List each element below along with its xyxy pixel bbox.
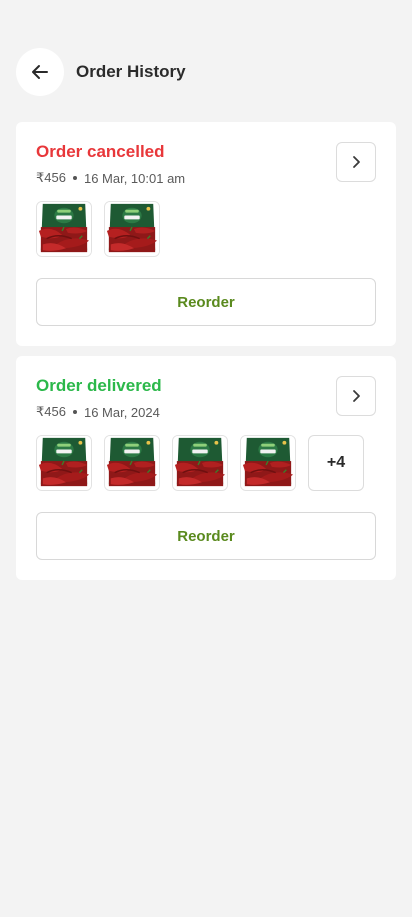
order-price: ₹456	[36, 170, 66, 185]
order-datetime: 16 Mar, 2024	[83, 404, 160, 420]
product-thumbnail[interactable]	[240, 435, 296, 491]
order-meta: ₹456 16 Mar, 10:01 am	[36, 170, 185, 186]
header: Order History	[16, 48, 396, 96]
separator-dot	[72, 410, 77, 414]
order-details-button[interactable]	[336, 376, 376, 416]
order-details-button[interactable]	[336, 142, 376, 182]
product-thumbnails	[36, 201, 160, 257]
back-button[interactable]	[16, 48, 64, 96]
product-thumbnail[interactable]	[36, 201, 92, 257]
order-datetime: 16 Mar, 10:01 am	[83, 170, 186, 186]
separator-dot	[72, 176, 77, 180]
product-thumbnail[interactable]	[104, 201, 160, 257]
order-status: Order cancelled	[36, 142, 165, 161]
order-meta: ₹456 16 Mar, 2024	[36, 404, 160, 420]
arrow-left-icon	[30, 62, 50, 82]
order-price: ₹456	[36, 404, 66, 419]
reorder-button[interactable]: Reorder	[36, 278, 376, 326]
product-thumbnail[interactable]	[104, 435, 160, 491]
order-card[interactable]: Order cancelled ₹456 16 Mar, 10:01 am Re…	[16, 122, 396, 346]
reorder-button[interactable]: Reorder	[36, 512, 376, 560]
product-thumbnail[interactable]	[172, 435, 228, 491]
page-title: Order History	[76, 62, 186, 81]
product-thumbnail[interactable]	[36, 435, 92, 491]
chevron-right-icon	[348, 388, 364, 404]
order-status: Order delivered	[36, 376, 162, 395]
chevron-right-icon	[348, 154, 364, 170]
product-thumbnails: +4	[36, 435, 364, 491]
order-card[interactable]: Order delivered ₹456 16 Mar, 2024 +4 Reo…	[16, 356, 396, 580]
more-products-button[interactable]: +4	[308, 435, 364, 491]
